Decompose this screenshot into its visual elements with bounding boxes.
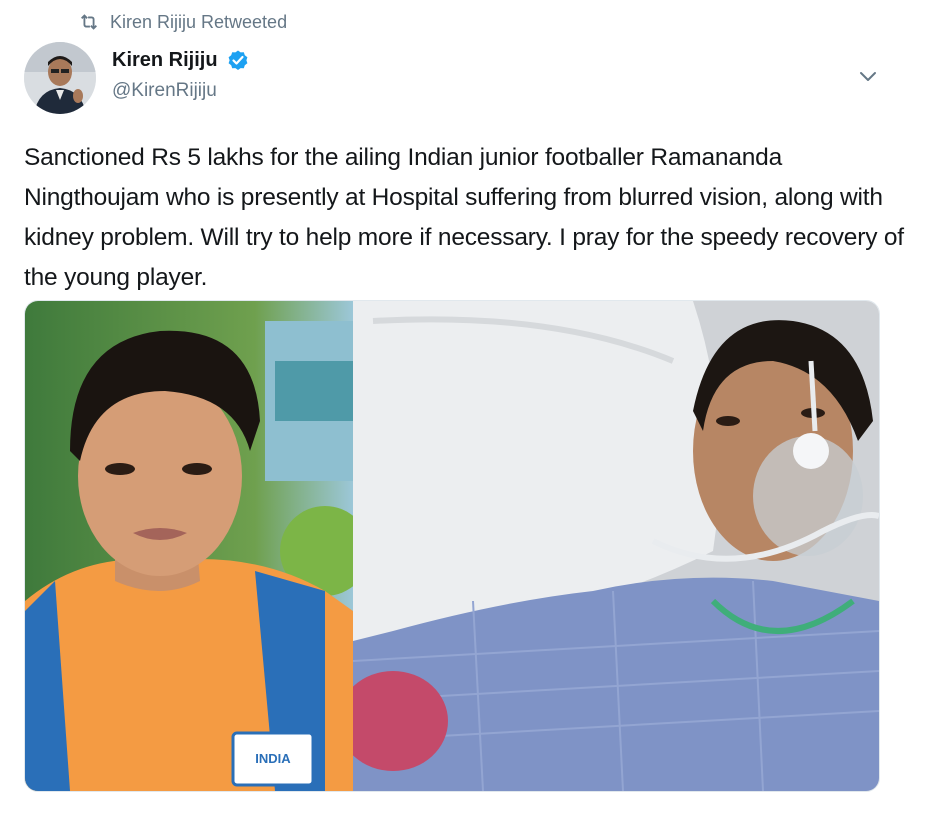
author-handle[interactable]: @KirenRijiju bbox=[112, 80, 217, 102]
india-badge-text: INDIA bbox=[255, 751, 291, 766]
author-display-name[interactable]: Kiren Rijiju bbox=[112, 49, 218, 72]
avatar[interactable] bbox=[24, 42, 96, 114]
menu-chevron-down-icon[interactable] bbox=[858, 66, 878, 86]
media-photo-portrait[interactable]: INDIA bbox=[25, 301, 353, 791]
retweet-icon bbox=[81, 14, 97, 30]
retweet-banner-text[interactable]: Kiren Rijiju Retweeted bbox=[110, 12, 287, 33]
author-name-row[interactable]: Kiren Rijiju bbox=[112, 48, 250, 72]
tweet-media[interactable]: INDIA bbox=[24, 300, 880, 792]
retweet-banner: Kiren Rijiju Retweeted bbox=[78, 10, 287, 34]
verified-badge-icon bbox=[228, 50, 247, 70]
tweet-text: Sanctioned Rs 5 lakhs for the ailing Ind… bbox=[24, 144, 904, 291]
media-photo-hospital[interactable] bbox=[353, 301, 879, 791]
